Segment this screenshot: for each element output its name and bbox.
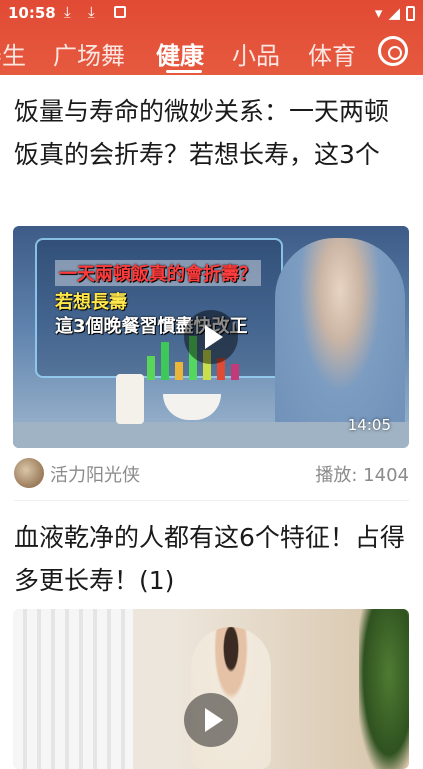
category-tabs: 养生 广场舞 健康 小品 体育 (0, 28, 423, 75)
battery-icon (406, 5, 415, 21)
author-avatar[interactable] (14, 458, 44, 488)
wifi-icon: ▾ (374, 4, 383, 22)
status-right-icons: ▾ ◢ (375, 4, 415, 22)
top-bar: 10:58 ⤓ ⤓ ▾ ◢ 养生 广场舞 健康 小品 体育 (0, 0, 423, 75)
active-tab-indicator (166, 70, 202, 73)
channel-settings-icon[interactable] (378, 36, 408, 66)
status-time: 10:58 (8, 4, 56, 22)
play-icon[interactable] (184, 693, 238, 747)
app-notification-icon (114, 6, 126, 18)
tab-tiyu[interactable]: 体育 (308, 36, 356, 71)
play-count: 播放: 1404 (315, 465, 409, 486)
status-bar: 10:58 ⤓ ⤓ ▾ ◢ (0, 0, 423, 27)
tab-guangchangwu[interactable]: 广场舞 (53, 36, 125, 71)
thumbnail-bowl (163, 394, 221, 420)
play-icon[interactable] (184, 310, 238, 364)
tab-xiaopin[interactable]: 小品 (232, 36, 280, 71)
tab-jiankang[interactable]: 健康 (156, 36, 204, 71)
signal-icon: ◢ (388, 4, 400, 22)
video-thumbnail[interactable]: 一天兩頓飯真的會折壽？ 若想長壽 這3個晚餐習慣盡快改正 14:05 (13, 226, 409, 448)
download-icon: ⤓ (88, 3, 95, 21)
thumbnail-caption: 一天兩頓飯真的會折壽？ (55, 260, 261, 286)
download-icon: ⤓ (64, 3, 71, 21)
thumbnail-curtain (13, 609, 133, 769)
tab-yangsheng[interactable]: 养生 (0, 36, 26, 71)
video-title[interactable]: 饭量与寿命的微妙关系：一天两顿饭真的会折寿？若想长寿，这3个 (14, 90, 409, 176)
thumbnail-milk-glass (116, 374, 144, 424)
divider (14, 500, 409, 501)
thumbnail-text-panel: 一天兩頓飯真的會折壽？ 若想長壽 這3個晚餐習慣盡快改正 (35, 238, 283, 380)
author-name[interactable]: 活力阳光侠 (50, 461, 140, 487)
thumbnail-plant (359, 609, 409, 769)
video-duration: 14:05 (347, 416, 391, 434)
video-title[interactable]: 血液乾净的人都有这6个特征！占得多更长寿！(1) (14, 516, 409, 602)
video-meta: 活力阳光侠 播放: 1404 (14, 456, 409, 490)
video-thumbnail[interactable] (13, 609, 409, 769)
thumbnail-caption: 若想長壽 (55, 292, 127, 313)
